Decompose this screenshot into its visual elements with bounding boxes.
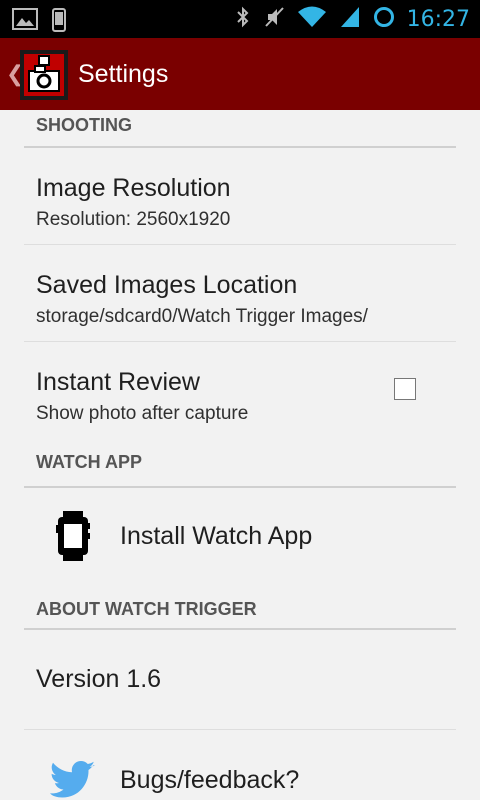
clock: 16:27 [406,6,470,32]
phone-icon [52,8,66,37]
pref-bugs-feedback[interactable]: Bugs/feedback? [24,730,456,800]
pref-title: Instant Review [36,368,200,396]
pref-summary: Show photo after capture [36,403,249,424]
pref-install-watch-app[interactable]: Install Watch App [24,488,456,584]
category-watch-app: WATCH APP [24,438,456,488]
status-left-icons [12,8,66,37]
pref-summary: storage/sdcard0/Watch Trigger Images/ [36,306,368,327]
pref-title: Version 1.6 [36,665,162,693]
status-bar: 16:27 [0,0,480,38]
twitter-bird-icon [36,761,110,799]
sync-circle-icon [373,6,395,33]
settings-list: SHOOTING Image Resolution Resolution: 25… [0,110,480,800]
pref-image-resolution[interactable]: Image Resolution Resolution: 2560x1920 [24,148,456,245]
category-about: ABOUT WATCH TRIGGER [24,584,456,630]
page-title: Settings [78,59,169,88]
image-icon [12,8,38,37]
wifi-icon [297,5,327,34]
category-shooting: SHOOTING [24,110,456,148]
watch-icon [36,511,110,561]
vibrate-off-icon [263,5,285,34]
signal-icon [339,5,361,34]
action-bar: ❮ Settings [0,38,480,110]
instant-review-checkbox[interactable] [394,378,416,400]
pref-instant-review[interactable]: Instant Review Show photo after capture [24,342,456,438]
pref-title: Install Watch App [120,521,313,550]
up-chevron-icon[interactable]: ❮ [6,61,24,87]
pref-saved-images-location[interactable]: Saved Images Location storage/sdcard0/Wa… [24,245,456,342]
bluetooth-icon [235,5,251,34]
pref-title: Image Resolution [36,174,231,202]
pref-title: Bugs/feedback? [120,765,300,794]
pref-title: Saved Images Location [36,271,298,299]
pref-summary: Resolution: 2560x1920 [36,209,231,230]
pref-version[interactable]: Version 1.6 [24,630,456,730]
status-right-icons: 16:27 [235,0,470,38]
app-logo-icon[interactable] [20,50,68,100]
